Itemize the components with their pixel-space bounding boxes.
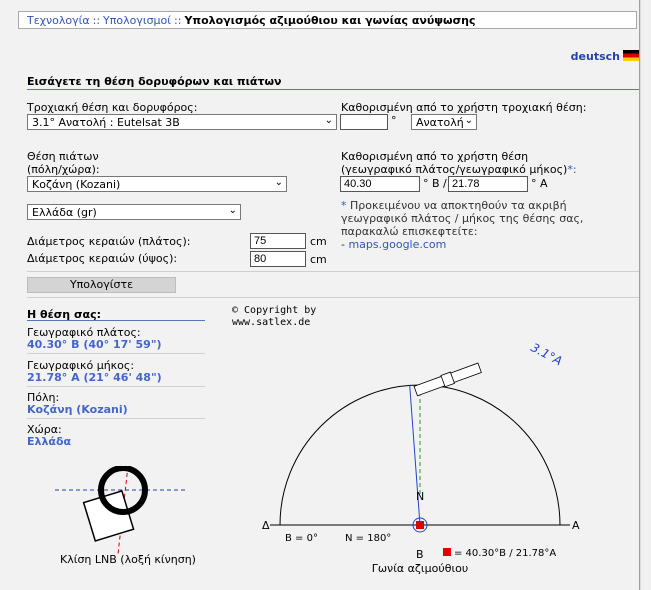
west-label: Δ (262, 519, 270, 532)
legend-marker (443, 548, 451, 556)
lnb-box (82, 490, 135, 542)
orbit-direction-select[interactable]: Ανατολή ⌄ (411, 114, 477, 130)
b-zero-label: B = 0° (285, 533, 318, 544)
language-label[interactable]: deutsch (571, 50, 620, 63)
legend-text: = 40.30°B / 21.78°A (454, 548, 556, 559)
latitude-suffix: ° Β / (423, 177, 447, 190)
longitude-input[interactable] (448, 176, 528, 192)
latitude-input[interactable] (340, 176, 420, 192)
azimuth-ray (409, 385, 421, 526)
chevron-down-icon: ⌄ (228, 205, 237, 216)
country-select-value: Ελλάδα (gr) (32, 206, 97, 219)
satellite-select-value: 3.1° Ανατολή : Eutelsat 3B (32, 116, 180, 129)
satellite-label: 3.1°A (529, 340, 565, 368)
user-position-label-line2: (γεωγραφικό πλάτος/γεωγραφικό μήκος)*: (341, 163, 577, 176)
chevron-down-icon: ⌄ (464, 115, 473, 126)
user-position-label-line1: Καθορισμένη από το χρήστη θέση (341, 150, 529, 163)
calculate-button[interactable]: Υπολογίστε (27, 277, 176, 293)
antenna-height-label: Διάμετρος κεραιών (ύψος): (27, 252, 178, 265)
azimuth-diagram: 3.1°A Δ Α Ν Β B = 0° N = 180° = 40.30°B … (262, 340, 580, 575)
antenna-width-input[interactable] (250, 233, 306, 249)
breadcrumb-current: Υπολογισμός αζιμούθιου και γωνίας ανύψωσ… (184, 14, 476, 27)
german-flag-icon[interactable] (623, 50, 639, 61)
city-value: Κοζάνη (Kozani) (27, 403, 128, 416)
country-value: Ελλάδα (27, 435, 72, 448)
antenna-height-unit: cm (310, 253, 327, 266)
east-label: Α (572, 519, 580, 532)
satellite-select[interactable]: 3.1° Ανατολή : Eutelsat 3B ⌄ (27, 114, 337, 130)
user-orbit-input[interactable] (340, 114, 388, 130)
latitude-value: 40.30° Β (40° 17' 59") (27, 338, 162, 351)
chevron-down-icon: ⌄ (274, 177, 283, 188)
section-title: Εισάγετε τη θέση δορυφόρων και πιάτων (27, 75, 282, 88)
lnb-caption: Κλίση LNB (λοξή κίνηση) (60, 553, 196, 566)
info-divider (27, 353, 205, 354)
breadcrumb-separator: :: (92, 14, 101, 27)
city-select-value: Κοζάνη (Kozani) (32, 178, 121, 191)
required-star: *: (567, 163, 577, 176)
coordinates-note: * Προκειμένου να αποκτηθούν τα ακριβή γε… (341, 199, 631, 251)
your-position-divider (27, 320, 205, 321)
degree-symbol: ° (391, 114, 397, 127)
user-position-label-text: (γεωγραφικό πλάτος/γεωγραφικό μήκος) (341, 163, 568, 176)
longitude-value: 21.78° Α (21° 46' 48") (27, 371, 162, 384)
country-select[interactable]: Ελλάδα (gr) ⌄ (27, 204, 241, 220)
azimuth-caption: Γωνία αζιμούθιου (372, 562, 469, 575)
chevron-down-icon: ⌄ (324, 115, 333, 126)
divider (27, 271, 639, 272)
user-orbit-label: Καθορισμένη από το χρήστη τροχιακή θέση: (341, 101, 587, 114)
info-divider (27, 418, 205, 419)
antenna-width-unit: cm (310, 235, 327, 248)
note-text: Προκειμένου να αποκτηθούν τα ακριβή γεωγ… (341, 199, 584, 238)
lnb-skew-diagram: Κλίση LNB (λοξή κίνηση) (55, 466, 196, 566)
city-select[interactable]: Κοζάνη (Kozani) ⌄ (27, 176, 287, 192)
antenna-width-label: Διάμετρος κεραιών (πλάτος): (27, 235, 191, 248)
maps-link[interactable]: maps.google.com (348, 238, 446, 251)
dish-label-line2: (πόλη/χώρα): (27, 163, 100, 176)
lnb-body (82, 490, 135, 542)
observer-marker (416, 521, 424, 529)
breadcrumb-link-technology[interactable]: Τεχνολογία (27, 14, 90, 27)
north-label: Ν (416, 490, 424, 503)
breadcrumb: Τεχνολογία:: Υπολογισμοί:: Υπολογισμός αζι… (18, 11, 637, 29)
satellite-icon (413, 362, 482, 397)
longitude-suffix: ° Α (531, 177, 548, 190)
south-label: Β (416, 548, 424, 561)
orbit-label: Τροχιακή θέση και δορυφόρος: (27, 101, 198, 114)
breadcrumb-link-calculations[interactable]: Υπολογισμοί (103, 14, 171, 27)
info-divider (27, 386, 205, 387)
language-link[interactable]: deutsch (571, 50, 639, 63)
section-divider (27, 89, 639, 90)
antenna-height-input[interactable] (250, 251, 306, 267)
orbit-direction-value: Ανατολή (416, 116, 464, 129)
scrollbar[interactable] (640, 0, 651, 590)
dish-label-line1: Θέση πιάτων (27, 150, 99, 163)
breadcrumb-separator: :: (174, 14, 182, 27)
n-180-label: N = 180° (345, 533, 391, 544)
